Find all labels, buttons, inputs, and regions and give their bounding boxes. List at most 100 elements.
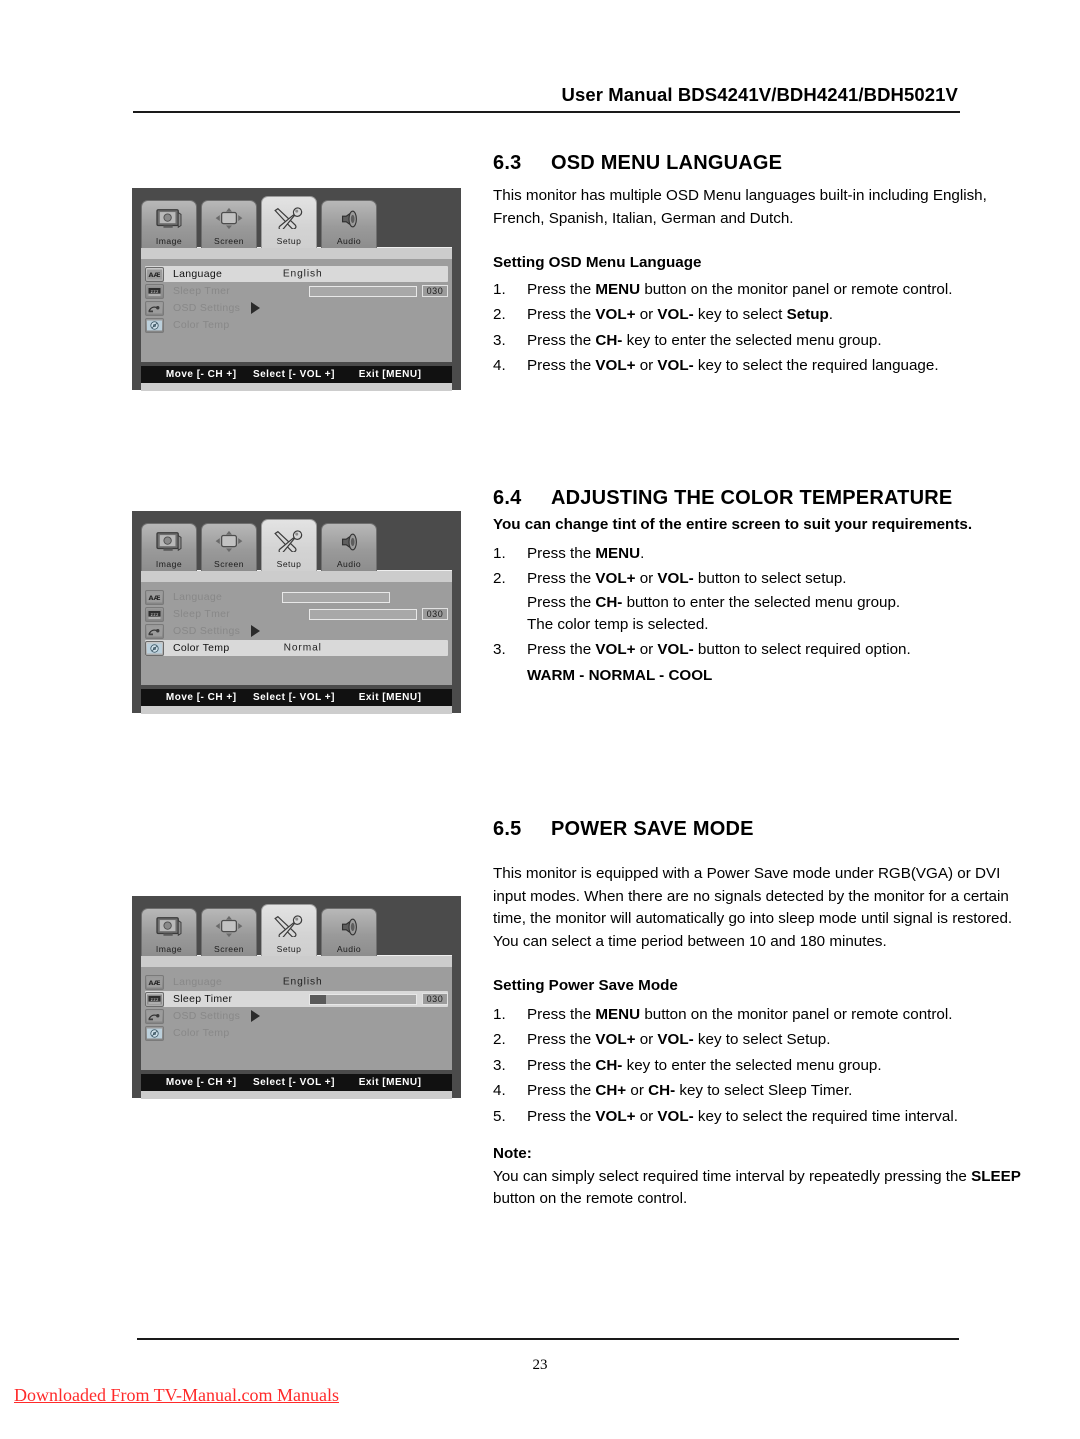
osd-list-spacer	[141, 657, 452, 681]
section-6-3-title: OSD MENU LANGUAGE	[551, 152, 783, 174]
slider-fill	[310, 994, 326, 1004]
section-power-save-mode: 6.5 POWER SAVE MODE This monitor is equip…	[493, 818, 1028, 1211]
osd-tab-label: Image	[155, 559, 183, 569]
step-text: Press the CH+ or CH- key to select Sleep…	[527, 1082, 853, 1100]
osd-hint-move: Move [- CH +]	[165, 692, 237, 703]
osd-tab-screen[interactable]: Screen	[201, 523, 257, 571]
step-item: 4. Press the CH+ or CH- key to select Sle…	[493, 1078, 1028, 1104]
step-text: Press the VOL+ or VOL- button to select …	[527, 640, 911, 658]
osd-tab-label: Screen	[214, 944, 244, 954]
osd-tab-screen[interactable]: Screen	[201, 908, 257, 956]
osd-tab-image[interactable]: Image	[141, 908, 197, 956]
osd-hint-bar: Move [- CH +] Select [- VOL +] Exit [MENU]	[141, 366, 452, 383]
step-item: 1. Press the MENU.	[493, 541, 1028, 567]
speaker-icon	[322, 909, 376, 944]
svg-text:zzz: zzz	[150, 612, 158, 617]
submenu-arrow-container[interactable]	[251, 1008, 260, 1024]
osd-tab-screen[interactable]: Screen	[201, 200, 257, 248]
sleep-timer-slider[interactable]	[309, 993, 417, 1005]
osd-slider-container[interactable]: 030	[309, 606, 448, 622]
svg-text:AÆ: AÆ	[148, 979, 160, 987]
color-temp-options: WARM - NORMAL - COOL	[527, 667, 713, 685]
section-6-5-number: 6.5	[493, 818, 522, 840]
osd-settings-icon	[145, 1008, 164, 1024]
step-number: 3.	[493, 1056, 506, 1074]
osd-value-container	[282, 589, 390, 605]
osd-tab-setup[interactable]: Setup	[261, 519, 317, 571]
osd-tab-label: Setup	[276, 559, 302, 569]
submenu-arrow-container[interactable]	[251, 300, 260, 316]
osd-tab-image[interactable]: Image	[141, 200, 197, 248]
osd-tab-setup[interactable]: Setup	[261, 196, 317, 248]
osd-menu-item[interactable]: AÆ Language English	[141, 974, 452, 990]
footer-divider	[137, 1338, 959, 1340]
osd-menu-item[interactable]: zzz Sleep Tmer 030	[141, 283, 452, 299]
osd-menu-item[interactable]: OSD Settings	[141, 623, 452, 639]
step-number: 3.	[493, 331, 506, 349]
page-header: User Manual BDS4241V/BDH4241/BDH5021V	[133, 84, 960, 113]
osd-hint-exit: Exit [MENU]	[358, 369, 422, 380]
osd-menu-item[interactable]: Color Temp	[141, 1025, 452, 1041]
osd-menu-item[interactable]: Color Temp Normal	[141, 640, 452, 656]
step-number: 1.	[493, 1005, 506, 1023]
osd-menu-item-label: Language	[173, 976, 223, 988]
osd-tab-label: Audio	[336, 559, 362, 569]
osd-menu-item-label: OSD Settings	[173, 302, 241, 314]
osd-menu-item[interactable]: AÆ Language English	[141, 266, 452, 282]
monitor-icon	[142, 524, 196, 559]
sleep-timer-slider[interactable]	[309, 608, 417, 620]
osd-slider-container[interactable]: 030	[309, 283, 448, 299]
osd-empty-value-box	[282, 591, 390, 603]
section-6-3-subheading: Setting OSD Menu Language	[493, 254, 702, 271]
section-6-3-heading: 6.3 OSD MENU LANGUAGE	[493, 152, 1028, 175]
osd-menu-item-label: Sleep Timer	[173, 993, 233, 1005]
note-text: You can simply select required time inte…	[493, 1167, 1021, 1208]
section-6-4-number: 6.4	[493, 487, 522, 509]
header-divider	[133, 111, 960, 113]
svg-text:AÆ: AÆ	[148, 271, 160, 279]
osd-menu-item[interactable]: Color Temp	[141, 317, 452, 333]
osd-tab-image[interactable]: Image	[141, 523, 197, 571]
osd-menu-item[interactable]: zzz Sleep Timer 030	[141, 991, 452, 1007]
osd-menu-item[interactable]: zzz Sleep Tmer 030	[141, 606, 452, 622]
step-item: 1. Press the MENU button on the monitor p…	[493, 1002, 1028, 1028]
download-source-link[interactable]: Downloaded From TV-Manual.com Manuals	[14, 1385, 339, 1406]
sleep-timer-value: 030	[422, 608, 448, 620]
osd-tab-audio[interactable]: Audio	[321, 908, 377, 956]
osd-settings-icon	[145, 623, 164, 639]
osd-tab-label: Image	[155, 236, 183, 246]
osd-menu-item[interactable]: AÆ Language	[141, 589, 452, 605]
manual-title: User Manual BDS4241V/BDH4241/BDH5021V	[561, 84, 958, 105]
osd-settings-icon	[145, 300, 164, 316]
step-number: 5.	[493, 1107, 506, 1125]
osd-slider-container[interactable]: 030	[309, 991, 448, 1007]
osd-screenshot-color-temp: Image Screen Setup Audio AÆ Language zzz…	[132, 511, 461, 714]
chevron-right-icon	[251, 302, 260, 314]
osd-menu-item[interactable]: OSD Settings	[141, 1008, 452, 1024]
osd-tab-label: Screen	[214, 559, 244, 569]
osd-bottom-strip	[141, 1091, 452, 1099]
step-text: Press the CH- key to enter the selected …	[527, 331, 882, 349]
sleep-timer-icon: zzz	[145, 991, 164, 1007]
section-color-temperature: 6.4 ADJUSTING THE COLOR TEMPERATURE You c…	[493, 487, 1028, 688]
svg-text:zzz: zzz	[150, 997, 158, 1002]
osd-tab-setup[interactable]: Setup	[261, 904, 317, 956]
step-number: 2.	[493, 1031, 506, 1049]
osd-tab-label: Audio	[336, 944, 362, 954]
osd-tab-audio[interactable]: Audio	[321, 200, 377, 248]
osd-hint-exit: Exit [MENU]	[358, 692, 422, 703]
sleep-timer-slider[interactable]	[309, 285, 417, 297]
submenu-arrow-container[interactable]	[251, 623, 260, 639]
section-6-3-intro: This monitor has multiple OSD Menu langu…	[493, 187, 987, 227]
osd-tab-audio[interactable]: Audio	[321, 523, 377, 571]
osd-menu-item[interactable]: OSD Settings	[141, 300, 452, 316]
osd-list-spacer	[141, 334, 452, 358]
step-text: Press the VOL+ or VOL- key to select Set…	[527, 1031, 831, 1049]
osd-tab-label: Image	[155, 944, 183, 954]
section-6-5-heading: 6.5 POWER SAVE MODE	[493, 818, 1028, 841]
step-number: 1.	[493, 544, 506, 562]
osd-bottom-strip	[141, 383, 452, 391]
osd-tab-label: Audio	[336, 236, 362, 246]
osd-menu-item-label: Language	[173, 591, 223, 603]
osd-tab-bar: Image Screen Setup Audio	[141, 904, 452, 956]
